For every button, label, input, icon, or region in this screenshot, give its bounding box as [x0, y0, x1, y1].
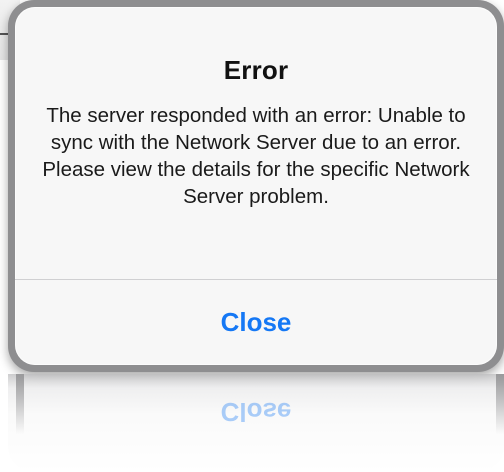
error-alert-dialog: Error The server responded with an error… [15, 7, 497, 365]
alert-reflection: Close [8, 374, 504, 472]
close-button[interactable]: Close [15, 280, 497, 365]
reflected-close-label: Close [220, 397, 292, 427]
alert-title: Error [223, 55, 289, 85]
alert-frame: Error The server responded with an error… [8, 0, 504, 372]
screen: Error The server responded with an error… [0, 0, 504, 472]
alert-message: The server responded with an error: Unab… [42, 104, 470, 208]
